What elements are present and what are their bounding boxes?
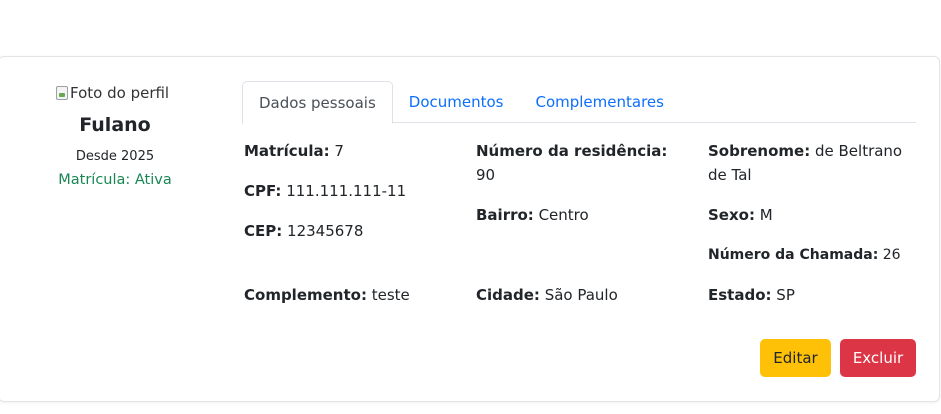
field-cidade: Cidade: São Paulo — [476, 283, 618, 307]
field-value: São Paulo — [544, 286, 618, 304]
field-value: M — [759, 206, 773, 224]
field-label: Complemento: — [244, 286, 367, 304]
tab-documentos[interactable]: Documentos — [393, 81, 520, 123]
enrolled-since: Desde 2025 — [75, 149, 155, 164]
field-estado: Estado: SP — [708, 283, 795, 307]
student-card: Foto do perfil Fulano Desde 2025 Matrícu… — [0, 56, 940, 402]
delete-button[interactable]: Excluir — [840, 339, 916, 377]
field-label: Sobrenome: — [708, 142, 811, 160]
student-name: Fulano — [79, 114, 151, 136]
field-numero-chamada: Número da Chamada: 26 — [708, 243, 901, 267]
field-value: 12345678 — [287, 222, 364, 240]
field-value: Centro — [538, 206, 589, 224]
field-label: Estado: — [708, 286, 772, 304]
field-label: CEP: — [244, 222, 283, 240]
field-sobrenome: Sobrenome: de Beltrano de Tal — [708, 139, 918, 187]
tab-bar: Dados pessoais Documentos Complementares — [242, 81, 916, 124]
field-value: 90 — [476, 166, 496, 184]
field-complemento: Complemento: teste — [244, 283, 410, 307]
field-value: 111.111.111-11 — [286, 182, 407, 200]
field-value: SP — [776, 286, 795, 304]
field-cpf: CPF: 111.111.111-11 — [244, 179, 406, 203]
enrollment-status: Matrícula: Ativa — [58, 172, 172, 188]
field-label: Cidade: — [476, 286, 540, 304]
field-label: CPF: — [244, 182, 282, 200]
profile-photo-alt: Foto do perfil — [70, 84, 170, 102]
field-value: 26 — [882, 247, 901, 263]
field-label: Sexo: — [708, 206, 755, 224]
field-label: Bairro: — [476, 206, 534, 224]
profile-photo: Foto do perfil — [56, 83, 173, 103]
field-label: Matrícula: — [244, 142, 330, 160]
field-label: Número da residência: — [476, 142, 668, 160]
field-matricula: Matrícula: 7 — [244, 139, 344, 163]
field-numero-residencia: Número da residência: 90 — [476, 139, 691, 187]
field-label: Número da Chamada: — [708, 247, 879, 263]
field-sexo: Sexo: M — [708, 203, 773, 227]
field-value: teste — [371, 286, 410, 304]
field-bairro: Bairro: Centro — [476, 203, 589, 227]
tab-dados-pessoais[interactable]: Dados pessoais — [242, 81, 393, 124]
tab-complementares[interactable]: Complementares — [519, 81, 679, 123]
field-value: 7 — [334, 142, 344, 160]
field-cep: CEP: 12345678 — [244, 219, 363, 243]
broken-image-icon — [56, 86, 68, 100]
edit-button[interactable]: Editar — [760, 339, 831, 377]
